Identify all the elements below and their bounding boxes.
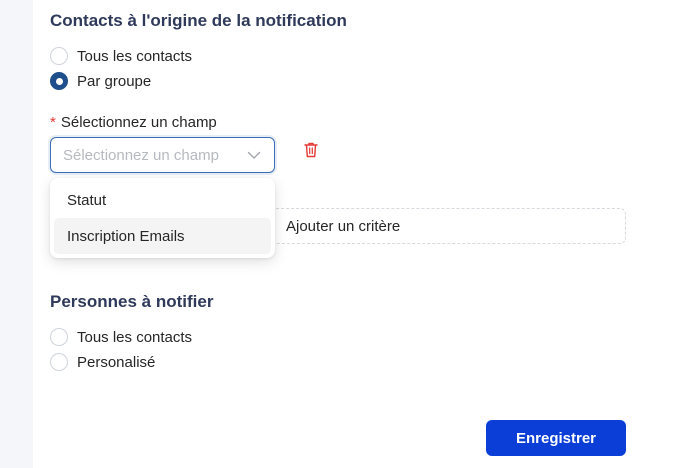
field-dropdown-menu: Statut Inscription Emails [50, 178, 275, 258]
radio-circle-checked[interactable] [50, 72, 68, 90]
radio-notify-custom[interactable]: Personalisé [50, 352, 155, 372]
field-label: * Sélectionnez un champ [50, 114, 217, 131]
field-select[interactable]: Sélectionnez un champ [50, 137, 275, 173]
radio-circle[interactable] [50, 328, 68, 346]
field-label-text: Sélectionnez un champ [60, 114, 217, 131]
dropdown-option-statut[interactable]: Statut [54, 182, 271, 218]
trash-icon[interactable] [303, 141, 319, 159]
dropdown-option-inscription-emails[interactable]: Inscription Emails [54, 218, 271, 254]
add-criterion-button[interactable]: Ajouter un critère [250, 208, 626, 244]
radio-label: Personalisé [77, 353, 156, 371]
radio-origin-all-contacts[interactable]: Tous les contacts [50, 46, 192, 66]
radio-circle[interactable] [50, 47, 68, 65]
radio-label: Tous les contacts [77, 328, 193, 346]
notify-section-title: Personnes à notifier [50, 292, 214, 311]
radio-label: Par groupe [77, 72, 152, 90]
radio-circle[interactable] [50, 353, 68, 371]
chevron-down-icon [247, 151, 261, 159]
radio-label: Tous les contacts [77, 47, 193, 65]
save-button[interactable]: Enregistrer [486, 420, 626, 456]
radio-notify-all-contacts[interactable]: Tous les contacts [50, 327, 192, 347]
radio-dot [55, 77, 63, 85]
required-mark: * [50, 114, 56, 131]
add-criterion-label: Ajouter un critère [286, 217, 401, 235]
select-placeholder: Sélectionnez un champ [63, 146, 219, 164]
radio-origin-by-group[interactable]: Par groupe [50, 71, 151, 91]
origin-section-title: Contacts à l'origine de la notification [50, 11, 347, 30]
